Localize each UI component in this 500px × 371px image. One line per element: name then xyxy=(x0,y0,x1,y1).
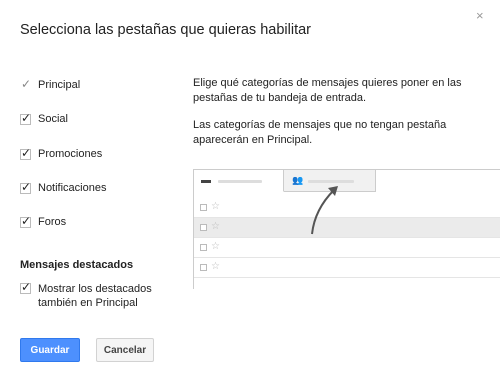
check-icon: ✓ xyxy=(21,145,32,160)
category-notificaciones[interactable]: ✓ Notificaciones xyxy=(20,179,106,197)
category-foros[interactable]: ✓ Foros xyxy=(20,213,66,231)
star-icon: ☆ xyxy=(211,221,220,232)
dialog-title: Selecciona las pestañas que quieras habi… xyxy=(20,22,311,38)
starred-option-label: Mostrar los destacados también en Princi… xyxy=(38,283,152,309)
check-icon: ✓ xyxy=(21,213,32,228)
preview-mail-row: ☆ xyxy=(194,258,500,278)
category-promociones-checkbox[interactable]: ✓ xyxy=(20,145,32,160)
mini-checkbox-icon xyxy=(200,244,207,251)
starred-option-checkbox[interactable]: ✓ xyxy=(20,280,32,294)
starred-option[interactable]: ✓ Mostrar los destacados también en Prin… xyxy=(20,280,168,310)
preview-tab-placeholder xyxy=(218,180,262,183)
inbox-icon: ▬ xyxy=(201,175,211,186)
description-paragraph-2: Las categorías de mensajes que no tengan… xyxy=(193,119,447,146)
check-icon: ✓ xyxy=(21,76,32,91)
category-label: Principal xyxy=(38,79,81,91)
cancel-button[interactable]: Cancelar xyxy=(96,338,154,362)
close-icon[interactable]: × xyxy=(476,8,484,23)
category-social[interactable]: ✓ Social xyxy=(20,110,68,128)
category-principal-checkbox: ✓ xyxy=(20,76,32,91)
star-icon: ☆ xyxy=(211,261,220,272)
mini-checkbox-icon xyxy=(200,224,207,231)
category-label: Notificaciones xyxy=(38,182,107,194)
check-icon: ✓ xyxy=(21,179,32,194)
mini-checkbox-icon xyxy=(200,264,207,271)
check-icon: ✓ xyxy=(21,280,32,294)
category-promociones[interactable]: ✓ Promociones xyxy=(20,145,102,163)
category-social-checkbox[interactable]: ✓ xyxy=(20,110,32,125)
description-paragraph-1: Elige qué categorías de mensajes quieres… xyxy=(193,77,462,104)
check-icon: ✓ xyxy=(21,110,32,125)
category-principal: ✓ Principal xyxy=(20,76,80,94)
curved-arrow-icon xyxy=(311,186,338,235)
star-icon: ☆ xyxy=(211,241,220,252)
tab-settings-dialog: Selecciona las pestañas que quieras habi… xyxy=(0,0,500,371)
category-label: Promociones xyxy=(38,148,103,160)
star-icon: ☆ xyxy=(211,201,220,212)
category-notificaciones-checkbox[interactable]: ✓ xyxy=(20,179,32,194)
category-label: Social xyxy=(38,113,68,125)
category-label: Foros xyxy=(38,216,67,228)
category-foros-checkbox[interactable]: ✓ xyxy=(20,213,32,228)
save-button[interactable]: Guardar xyxy=(20,338,80,362)
starred-section-title: Mensajes destacados xyxy=(20,259,134,271)
mini-checkbox-icon xyxy=(200,204,207,211)
preview-tab-primary: ▬ xyxy=(194,170,284,192)
tabs-preview: ▬ 👥 ☆ ☆ ☆ ☆ xyxy=(193,169,500,289)
preview-mail-row: ☆ xyxy=(194,238,500,258)
